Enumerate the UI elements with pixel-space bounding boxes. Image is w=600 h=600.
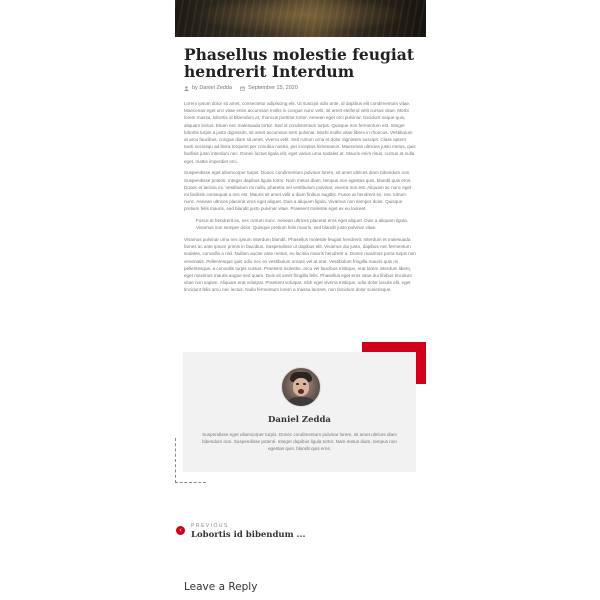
post-date[interactable]: September 15, 2020 bbox=[248, 85, 298, 91]
featured-image bbox=[175, 0, 426, 37]
post-blockquote: Fusce at hendrerit ex, nec rutrum nunc. … bbox=[196, 218, 408, 231]
author-bio: Suspendisse eget ullamcorper turpis. Don… bbox=[202, 432, 397, 452]
previous-post-title[interactable]: Lobortis id bibendum ... bbox=[191, 530, 305, 540]
post-paragraph: Suspendisse eget ullamcorper turpis. Don… bbox=[184, 170, 412, 212]
avatar[interactable] bbox=[281, 367, 321, 407]
post-author[interactable]: by Daniel Zedda bbox=[192, 85, 232, 91]
user-icon bbox=[184, 85, 189, 91]
post-title: Phasellus molestie feugiat hendrerit Int… bbox=[184, 45, 414, 81]
previous-label: PREVIOUS bbox=[191, 523, 229, 529]
calendar-icon bbox=[240, 86, 245, 91]
chevron-left-icon[interactable]: ‹ bbox=[176, 526, 185, 535]
author-box: Daniel Zedda Suspendisse eget ullamcorpe… bbox=[183, 352, 416, 472]
author-name[interactable]: Daniel Zedda bbox=[183, 415, 416, 425]
post-content: Lorem ipsum dolor sit amet, consectetur … bbox=[184, 100, 416, 298]
post-meta: by Daniel Zedda September 15, 2020 bbox=[184, 85, 298, 91]
post-paragraph: Vivamus pulvinar urna nec ipsum interdum… bbox=[184, 236, 416, 293]
post-paragraph: Lorem ipsum dolor sit amet, consectetur … bbox=[184, 101, 416, 164]
comments-heading: Leave a Reply bbox=[184, 581, 258, 593]
